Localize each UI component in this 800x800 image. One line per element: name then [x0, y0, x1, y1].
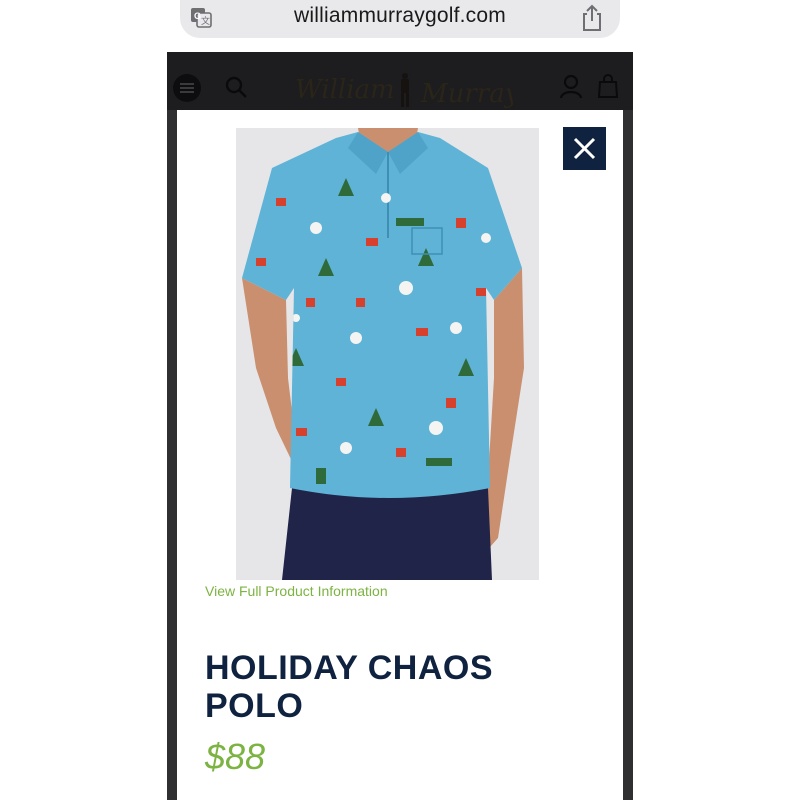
translate-icon[interactable]: G 文: [190, 6, 212, 28]
close-icon: [573, 137, 596, 160]
search-icon[interactable]: [225, 76, 247, 98]
svg-text:William: William: [295, 75, 395, 105]
url-text[interactable]: williammurraygolf.com: [260, 3, 540, 29]
product-title: HOLIDAY CHAOS POLO: [205, 649, 493, 725]
william-murray-logo[interactable]: William Murray: [293, 68, 513, 112]
share-icon[interactable]: [580, 4, 604, 32]
product-image[interactable]: [236, 128, 539, 580]
cart-icon[interactable]: [597, 74, 619, 98]
svg-text:G: G: [194, 11, 201, 21]
site-header: William Murray: [167, 52, 633, 110]
close-button[interactable]: [563, 127, 606, 170]
menu-icon[interactable]: [173, 74, 201, 102]
svg-text:文: 文: [201, 15, 210, 27]
product-price: $88: [205, 736, 266, 777]
account-icon[interactable]: [559, 74, 583, 98]
view-full-product-link[interactable]: View Full Product Information: [205, 583, 388, 599]
svg-text:Murray: Murray: [420, 79, 513, 109]
